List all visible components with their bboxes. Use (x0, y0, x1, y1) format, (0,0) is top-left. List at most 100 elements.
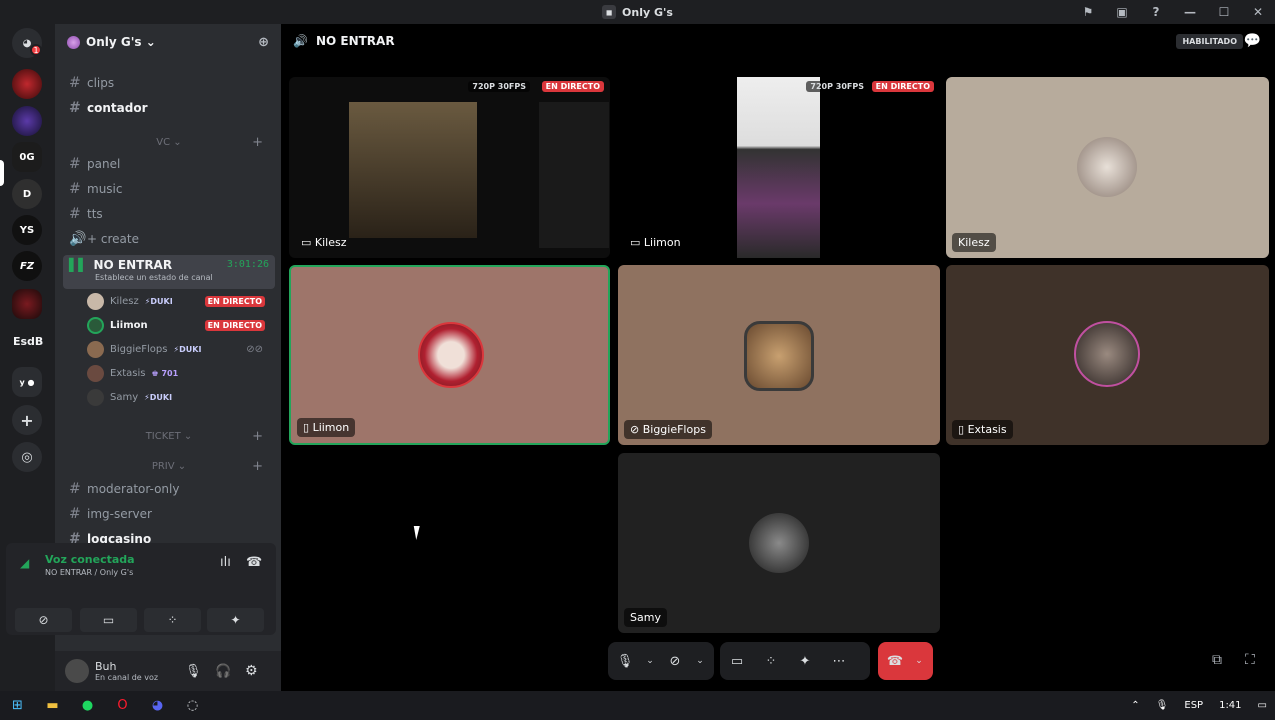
share-screen-button[interactable]: ▭ (80, 608, 137, 632)
user-tile-biggieflops[interactable]: ⊘ BiggieFlops (618, 265, 940, 445)
category-label: PRIV ⌄ (151, 460, 187, 472)
call-title: NO ENTRAR (315, 34, 395, 48)
app-icon[interactable]: ◌ (175, 698, 210, 713)
channel-label: + create (87, 232, 139, 246)
voice-member[interactable]: Extasis ♚ 701 (87, 363, 273, 383)
add-channel-icon[interactable]: + (252, 135, 263, 150)
minimize-button[interactable]: — (1173, 5, 1207, 19)
tile-name: Samy (624, 608, 667, 627)
chat-icon[interactable]: 💬 (1244, 33, 1261, 49)
member-tag-text: 701 (161, 368, 179, 378)
tile-name: ▭ Kilesz (301, 236, 347, 249)
microphone-tray-icon[interactable]: 🎙 (1156, 700, 1169, 711)
close-button[interactable]: ✕ (1241, 5, 1275, 19)
flag-icon[interactable]: ⚑ (1071, 5, 1105, 19)
inbox-icon[interactable]: ▣ (1105, 5, 1139, 19)
add-channel-icon[interactable]: + (252, 459, 263, 474)
avatar (744, 321, 814, 391)
user-tile-kilesz[interactable]: Kilesz (946, 77, 1269, 258)
voice-channel-no-entrar[interactable]: ▌▌ NO ENTRAR 3:01:26 Establece un estado … (63, 255, 275, 289)
server-icon-5[interactable]: YS (12, 215, 42, 245)
activity-controls: ▭ ⁘ ✦ ⋯ (720, 642, 870, 680)
invite-people-icon[interactable]: ⊕ (258, 35, 269, 50)
user-tile-samy[interactable]: Samy (618, 453, 940, 633)
channel-music[interactable]: # music (63, 178, 275, 200)
headphones-icon[interactable]: 🎧 (215, 664, 231, 679)
channel-clips[interactable]: # clips (63, 72, 275, 94)
server-icon-2[interactable] (12, 106, 42, 136)
voice-member[interactable]: BiggieFlops ⚡DUKI ⊘⊘ (87, 339, 273, 359)
file-explorer-icon[interactable]: ▬ (35, 698, 70, 713)
category-ticket[interactable]: TICKET ⌄ + (63, 429, 275, 444)
server-header[interactable]: Only G's ⌄ ⊕ (55, 24, 281, 60)
channel-img-server[interactable]: # img-server (63, 503, 275, 525)
channel-moderator-only[interactable]: # moderator-only (63, 478, 275, 500)
chevron-up-icon[interactable]: ⌃ (1131, 700, 1139, 711)
voice-connected-channel[interactable]: NO ENTRAR / Only G's (45, 568, 133, 577)
server-icon-3[interactable]: 0G (12, 142, 42, 172)
mic-camera-controls: 🎙 ⌄ ⊘ ⌄ (608, 642, 714, 680)
notification-icon[interactable]: ▭ (1258, 700, 1267, 711)
add-channel-icon[interactable]: + (252, 429, 263, 444)
pop-out-icon[interactable]: ⧉ (1212, 652, 1222, 668)
activities-button[interactable]: ⁘ (144, 608, 201, 632)
hang-up-button[interactable]: ☎ ⌄ (878, 642, 933, 680)
channel-create[interactable]: 🔊 + create (63, 228, 275, 250)
camera-off-button[interactable]: ⊘ (15, 608, 72, 632)
voice-member[interactable]: Liimon EN DIRECTO (87, 315, 273, 335)
opera-icon[interactable]: O (105, 698, 140, 713)
microphone-icon[interactable]: 🎙 (608, 654, 642, 669)
more-options-icon[interactable]: ⋯ (822, 654, 856, 669)
discord-icon[interactable]: ◕ (140, 698, 175, 713)
voice-member[interactable]: Kilesz ⚡DUKI EN DIRECTO (87, 291, 273, 311)
stream-tile-kilesz[interactable]: 720P 30FPS EN DIRECTO ▭ Kilesz (289, 77, 610, 258)
user-tile-extasis[interactable]: ▯ Extasis (946, 265, 1269, 445)
voice-member[interactable]: Samy ⚡DUKI (87, 387, 273, 407)
add-server-icon[interactable]: + (12, 405, 42, 435)
category-priv[interactable]: PRIV ⌄ + (63, 459, 275, 474)
microphone-icon[interactable]: 🎙 (185, 664, 202, 679)
noise-suppression-icon[interactable]: ılı (220, 555, 231, 570)
channel-panel[interactable]: # panel (63, 153, 275, 175)
chevron-down-icon[interactable]: ⌄ (692, 656, 708, 666)
soundboard-button[interactable]: ✦ (207, 608, 264, 632)
channel-label: moderator-only (87, 482, 180, 496)
server-text-label[interactable]: EsdB (13, 335, 43, 348)
camera-off-icon[interactable]: ⊘ (658, 654, 692, 669)
member-name: Extasis (110, 367, 146, 379)
voice-channel-name: NO ENTRAR (93, 258, 173, 272)
stream-tile-liimon[interactable]: 720P 30FPS EN DIRECTO ▭ Liimon (618, 77, 940, 258)
signal-icon[interactable]: ◢ (20, 556, 29, 570)
help-icon[interactable]: ? (1139, 5, 1173, 19)
server-icon-1[interactable] (12, 69, 42, 99)
language-indicator[interactable]: ESP (1184, 700, 1203, 711)
spotify-icon[interactable]: ● (70, 698, 105, 713)
server-icon-6[interactable]: FZ (12, 251, 42, 281)
chevron-down-icon[interactable]: ⌄ (642, 656, 658, 666)
clock[interactable]: 1:41 (1219, 700, 1241, 711)
channel-tts[interactable]: # tts (63, 203, 275, 225)
soundboard-icon[interactable]: ✦ (788, 654, 822, 669)
channel-status-hint[interactable]: Establece un estado de canal (95, 273, 269, 282)
user-panel: Buh En canal de voz 🎙 🎧 ⚙ (55, 651, 281, 691)
server-folder-icon[interactable] (12, 289, 42, 319)
category-vc[interactable]: VC ⌄ + (63, 135, 275, 150)
user-tile-liimon[interactable]: ▯ Liimon (289, 265, 610, 445)
discover-icon[interactable]: ◎ (12, 442, 42, 472)
settings-gear-icon[interactable]: ⚙ (245, 663, 258, 679)
app-logo-icon: ◼ (602, 5, 617, 19)
share-screen-icon[interactable]: ▭ (720, 654, 754, 669)
maximize-button[interactable]: ☐ (1207, 5, 1241, 19)
fullscreen-icon[interactable]: ⛶ (1245, 652, 1255, 668)
windows-start-icon[interactable]: ⊞ (0, 698, 35, 713)
disconnect-icon[interactable]: ☎ (246, 555, 262, 570)
channel-contador[interactable]: # contador (63, 97, 275, 119)
server-folder-icon-2[interactable]: y ● (12, 367, 42, 397)
hash-icon: # (69, 100, 81, 116)
server-icon-4[interactable]: D (12, 179, 42, 209)
user-avatar[interactable] (65, 659, 89, 683)
habilitado-badge[interactable]: HABILITADO (1176, 34, 1243, 49)
activities-icon[interactable]: ⁘ (754, 654, 788, 669)
chevron-down-icon[interactable]: ⌄ (912, 656, 926, 666)
voice-connected-title[interactable]: Voz conectada (45, 553, 135, 566)
